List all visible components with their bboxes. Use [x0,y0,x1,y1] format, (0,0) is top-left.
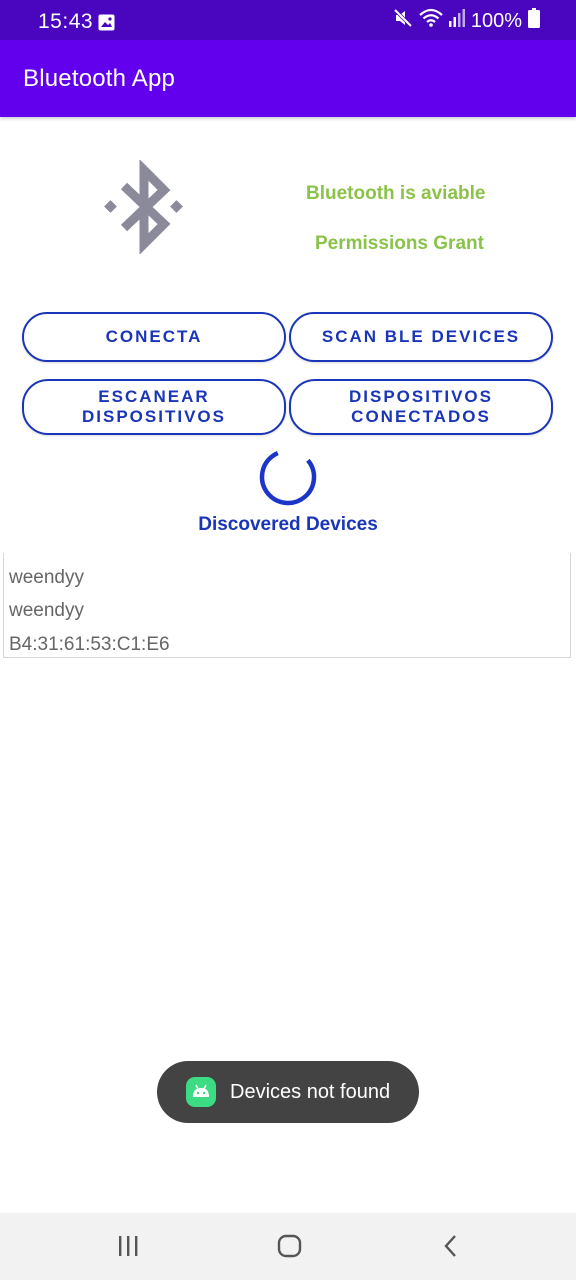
signal-icon [448,9,465,33]
status-time: 15:43 [38,10,94,33]
android-icon [186,1077,216,1107]
navigation-bar [0,1213,576,1280]
list-item[interactable]: weendyy [9,600,84,622]
dispositivos-conectados-button[interactable]: DISPOSITIVOS CONECTADOS [289,379,553,435]
bluetooth-icon [104,159,186,259]
list-item[interactable]: B4:31:61:53:C1:E6 [9,634,170,656]
permissions-text: Permissions Grant [315,233,484,254]
conectados-label-line1: DISPOSITIVOS [349,387,493,406]
conecta-button-label: CONECTA [105,327,203,346]
home-icon[interactable] [277,1233,303,1264]
app-bar: Bluetooth App [0,40,576,117]
scan-ble-devices-button[interactable]: SCAN BLE DEVICES [289,312,553,362]
mute-icon [393,8,413,34]
status-bar: 15:43 100% [0,0,576,40]
toast: Devices not found [157,1061,419,1123]
back-icon[interactable] [440,1233,462,1264]
discovered-devices-title: Discovered Devices [198,514,378,535]
wifi-icon [419,8,443,34]
bluetooth-available-text: Bluetooth is aviable [306,183,486,204]
toast-text: Devices not found [230,1080,391,1103]
device-list: weendyy weendyy B4:31:61:53:C1:E6 [3,553,571,658]
escanear-dispositivos-button[interactable]: ESCANEAR DISPOSITIVOS [22,379,286,435]
list-item[interactable]: weendyy [9,567,84,589]
loading-spinner [258,447,318,512]
recent-apps-icon[interactable] [116,1233,140,1264]
battery-text: 100% [470,9,522,32]
conecta-button[interactable]: CONECTA [22,312,286,362]
battery-icon [528,8,540,34]
gallery-icon [98,14,115,36]
scan-ble-button-label: SCAN BLE DEVICES [321,327,521,346]
escanear-label-line2: DISPOSITIVOS [82,407,226,426]
conectados-label-line2: CONECTADOS [351,407,491,426]
escanear-label-line1: ESCANEAR [98,387,210,406]
app-title: Bluetooth App [23,65,176,92]
